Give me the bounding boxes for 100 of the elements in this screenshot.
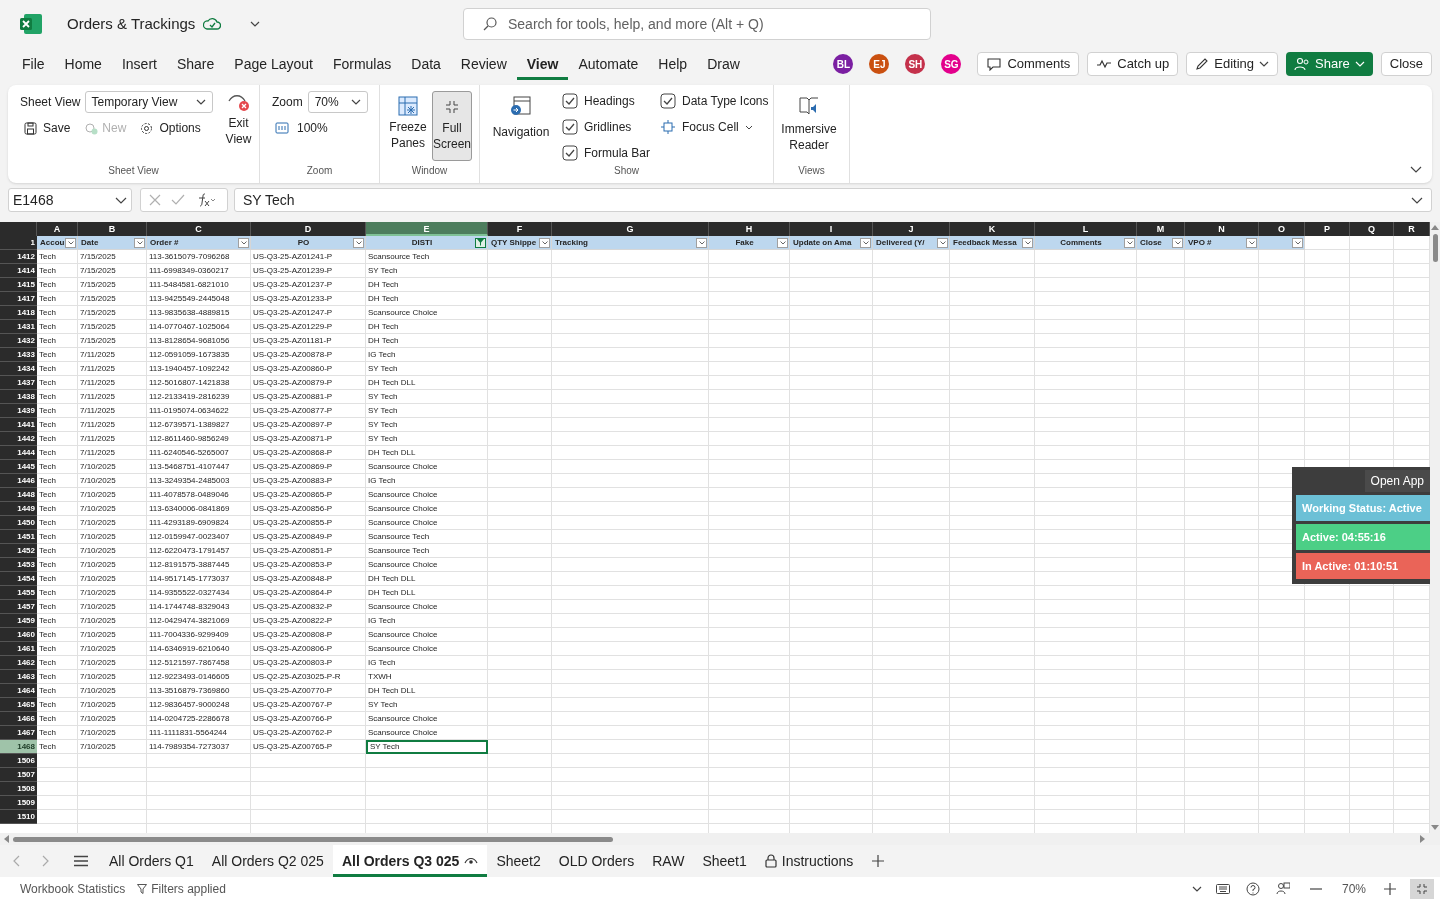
avatar[interactable]: EJ — [869, 54, 890, 74]
full-screen-button[interactable]: Full Screen — [432, 91, 472, 161]
row-number[interactable]: 1431 — [0, 320, 37, 334]
checkbox[interactable]: Headings — [562, 91, 651, 111]
filter-button[interactable] — [1246, 237, 1257, 248]
row-number[interactable]: 1439 — [0, 404, 37, 418]
feedback-icon[interactable] — [1275, 881, 1290, 896]
row-number[interactable]: 1415 — [0, 278, 37, 292]
row-number[interactable]: 1418 — [0, 306, 37, 320]
options-button[interactable]: Options — [140, 119, 201, 137]
open-app-button[interactable]: Open App — [1364, 470, 1430, 492]
chevron-down-icon[interactable] — [250, 21, 261, 27]
row-number[interactable]: 1507 — [0, 768, 37, 782]
full-screen-toggle[interactable] — [1410, 878, 1434, 899]
keyboard-icon[interactable] — [1215, 883, 1230, 894]
freeze-panes-button[interactable]: Freeze Panes — [388, 91, 428, 161]
menu-tab[interactable]: Home — [54, 48, 112, 80]
column-letter[interactable]: A — [37, 222, 78, 236]
row-number[interactable]: 1450 — [0, 516, 37, 530]
row-number[interactable]: 1414 — [0, 264, 37, 278]
column-letter[interactable]: I — [790, 222, 873, 236]
zoom-dropdown[interactable]: 70% — [307, 91, 368, 113]
row-number[interactable]: 1460 — [0, 628, 37, 642]
row-number[interactable]: 1463 — [0, 670, 37, 684]
immersive-reader-button[interactable]: Immersive Reader — [774, 91, 844, 153]
workbook-statistics-button[interactable]: Workbook Statistics — [20, 879, 126, 898]
row-number[interactable]: 1 — [0, 236, 37, 250]
filter-button[interactable] — [1022, 237, 1033, 248]
filter-button[interactable] — [1124, 237, 1135, 248]
avatar[interactable]: SH — [905, 54, 926, 74]
menu-tab[interactable]: File — [12, 48, 55, 80]
menu-tab[interactable]: Formulas — [322, 48, 402, 80]
column-letter[interactable]: Q — [1350, 222, 1394, 236]
sheet-tab[interactable]: All Orders Q1 — [100, 845, 203, 877]
avatar[interactable]: BL — [833, 54, 854, 74]
row-number[interactable]: 1510 — [0, 810, 37, 824]
zoom-100-button[interactable]: 100% — [272, 119, 368, 137]
row-number[interactable]: 1434 — [0, 362, 37, 376]
name-box[interactable]: E1468 — [8, 188, 132, 212]
sheet-tab[interactable]: Instructions — [755, 845, 863, 877]
scroll-thumb[interactable] — [13, 836, 613, 842]
column-letter[interactable]: H — [709, 222, 790, 236]
comments-button[interactable]: Comments — [977, 52, 1080, 76]
filter-button[interactable] — [860, 237, 871, 248]
row-number[interactable]: 1438 — [0, 390, 37, 404]
row-number[interactable]: 1468 — [0, 740, 37, 754]
navigation-button[interactable]: Navigation — [486, 91, 556, 141]
filter-button[interactable] — [937, 237, 948, 248]
row-number[interactable]: 1417 — [0, 292, 37, 306]
row-number[interactable]: 1464 — [0, 684, 37, 698]
sheet-tab[interactable]: Sheet2 — [487, 845, 550, 877]
filter-button[interactable] — [353, 237, 364, 248]
menu-tab[interactable]: Automate — [568, 48, 649, 80]
avatar[interactable]: SG — [941, 54, 962, 74]
row-number[interactable]: 1462 — [0, 656, 37, 670]
view-dropdown[interactable]: Temporary View — [84, 91, 213, 113]
menu-tab[interactable]: Page Layout — [224, 48, 323, 80]
add-sheet-icon[interactable] — [872, 855, 885, 867]
row-number[interactable]: 1433 — [0, 348, 37, 362]
column-letter[interactable]: B — [78, 222, 147, 236]
column-letter[interactable]: D — [251, 222, 366, 236]
column-letter[interactable]: F — [488, 222, 552, 236]
sheet-tab[interactable]: OLD Orders — [549, 845, 644, 877]
row-number[interactable]: 1506 — [0, 754, 37, 768]
row-number[interactable]: 1452 — [0, 544, 37, 558]
editing-button[interactable]: Editing — [1186, 52, 1279, 76]
row-number[interactable]: 1455 — [0, 586, 37, 600]
menu-tab[interactable]: Data — [401, 48, 451, 80]
row-number[interactable]: 1509 — [0, 796, 37, 810]
row-number[interactable]: 1461 — [0, 642, 37, 656]
column-letter[interactable]: O — [1259, 222, 1305, 236]
menu-tab[interactable]: Help — [648, 48, 698, 80]
sheet-tab[interactable]: Sheet1 — [693, 845, 756, 877]
sheet-tab[interactable]: RAW — [643, 845, 694, 877]
sheet-tab[interactable]: All Orders Q2 025 — [202, 845, 333, 877]
help-icon[interactable] — [1245, 881, 1260, 896]
menu-tab[interactable]: Insert — [111, 48, 167, 80]
column-letter[interactable]: P — [1305, 222, 1350, 236]
row-number[interactable]: 1446 — [0, 474, 37, 488]
menu-tab[interactable]: Share — [166, 48, 225, 80]
catch-up-button[interactable]: Catch up — [1087, 52, 1179, 76]
column-letter[interactable]: K — [950, 222, 1035, 236]
column-letter[interactable]: J — [873, 222, 950, 236]
sheet-tab[interactable]: All Orders Q3 025 — [332, 845, 488, 877]
row-number[interactable]: 1465 — [0, 698, 37, 712]
column-letter[interactable]: N — [1185, 222, 1259, 236]
column-letter[interactable]: L — [1035, 222, 1137, 236]
row-number[interactable]: 1412 — [0, 250, 37, 264]
share-button[interactable]: Share — [1286, 52, 1373, 76]
row-number[interactable]: 1457 — [0, 600, 37, 614]
row-number[interactable]: 1437 — [0, 376, 37, 390]
close-button[interactable]: Close — [1380, 52, 1432, 76]
column-letter[interactable]: R — [1394, 222, 1430, 236]
filter-button[interactable] — [65, 237, 76, 248]
filter-button[interactable] — [475, 237, 486, 248]
menu-tab[interactable]: Draw — [697, 48, 750, 80]
menu-tab[interactable]: Review — [450, 48, 517, 80]
row-number[interactable]: 1448 — [0, 488, 37, 502]
row-number[interactable]: 1459 — [0, 614, 37, 628]
column-letter[interactable]: C — [147, 222, 251, 236]
